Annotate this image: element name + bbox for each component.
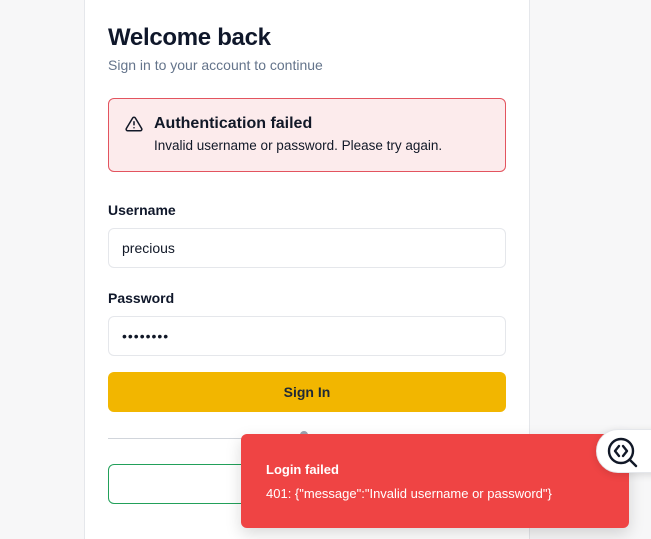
- toast-title: Login failed: [266, 462, 339, 477]
- password-value: ••••••••: [122, 328, 170, 344]
- error-alert: Authentication failed Invalid username o…: [108, 98, 506, 172]
- toast-message: 401: {"message":"Invalid username or pas…: [266, 486, 552, 501]
- password-label: Password: [108, 290, 175, 306]
- code-search-icon: [607, 437, 638, 468]
- password-input[interactable]: ••••••••: [108, 316, 506, 356]
- sign-in-button[interactable]: Sign In: [108, 372, 506, 412]
- username-value: precious: [122, 240, 175, 256]
- username-label: Username: [108, 202, 176, 218]
- warning-triangle-icon: [125, 116, 143, 132]
- page-subtitle: Sign in to your account to continue: [108, 57, 323, 73]
- error-toast[interactable]: Login failed 401: {"message":"Invalid us…: [241, 434, 629, 528]
- username-input[interactable]: precious: [108, 228, 506, 268]
- devtools-button[interactable]: [596, 429, 651, 473]
- alert-title: Authentication failed: [154, 115, 313, 132]
- page-title: Welcome back: [108, 24, 271, 51]
- alert-message: Invalid username or password. Please try…: [154, 138, 443, 153]
